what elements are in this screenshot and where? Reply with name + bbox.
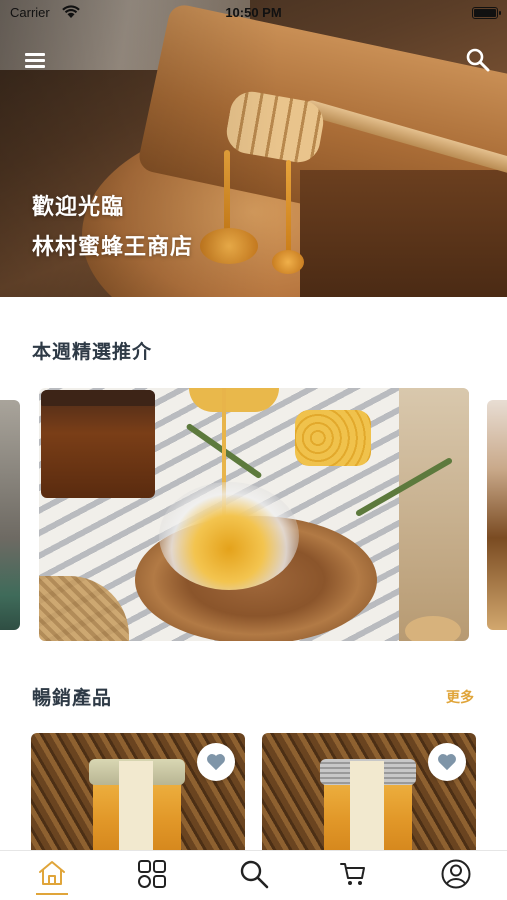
featured-card[interactable]: [39, 388, 469, 641]
tab-home[interactable]: [32, 857, 72, 895]
featured-card-next[interactable]: [487, 400, 507, 630]
product-card[interactable]: [262, 733, 476, 853]
search-icon: [240, 860, 269, 889]
hero-shop-name: 林村蜜蜂王商店: [32, 235, 194, 260]
home-icon: [39, 861, 65, 885]
heart-icon: [207, 754, 225, 771]
hamburger-menu-icon[interactable]: [22, 48, 48, 72]
featured-section-title: 本週精選推介: [32, 341, 153, 363]
featured-photo-honeycomb: [295, 410, 371, 466]
search-icon[interactable]: [464, 46, 492, 74]
bestsellers-section-title: 暢銷產品: [32, 687, 113, 709]
featured-photo-honey-jar: [41, 390, 155, 498]
heart-icon: [438, 754, 456, 771]
hero-welcome-text: 歡迎光臨: [32, 195, 125, 220]
product-photo-jar-label: [350, 761, 384, 853]
bottom-tab-bar: [0, 850, 507, 900]
tab-profile[interactable]: [436, 857, 476, 895]
featured-photo-honey-bowl: [189, 388, 279, 412]
product-card[interactable]: [31, 733, 245, 853]
featured-photo-wheat: [39, 576, 129, 641]
battery-icon: [472, 7, 501, 19]
product-photo-jar-label: [119, 761, 153, 853]
hero-banner: Carrier 10:50 PM 歡迎光臨 林村蜜蜂王商店: [0, 0, 507, 297]
favorite-button[interactable]: [197, 743, 235, 781]
category-grid-icon: [138, 860, 166, 888]
featured-photo-table: [399, 388, 469, 641]
tab-cart[interactable]: [333, 857, 373, 895]
clock: 10:50 PM: [225, 5, 282, 20]
tab-categories[interactable]: [132, 857, 172, 895]
featured-card-previous[interactable]: [0, 400, 20, 630]
featured-photo-glass-bowl: [159, 482, 299, 590]
featured-carousel[interactable]: [0, 388, 507, 641]
tab-search[interactable]: [234, 857, 274, 895]
status-bar: Carrier 10:50 PM: [0, 0, 507, 26]
more-link[interactable]: 更多: [446, 687, 474, 707]
active-tab-indicator: [36, 893, 68, 895]
profile-icon: [441, 859, 471, 889]
featured-photo-spoon: [405, 616, 461, 641]
featured-photo-jar-lid: [41, 390, 155, 406]
favorite-button[interactable]: [428, 743, 466, 781]
cart-icon: [340, 863, 365, 885]
